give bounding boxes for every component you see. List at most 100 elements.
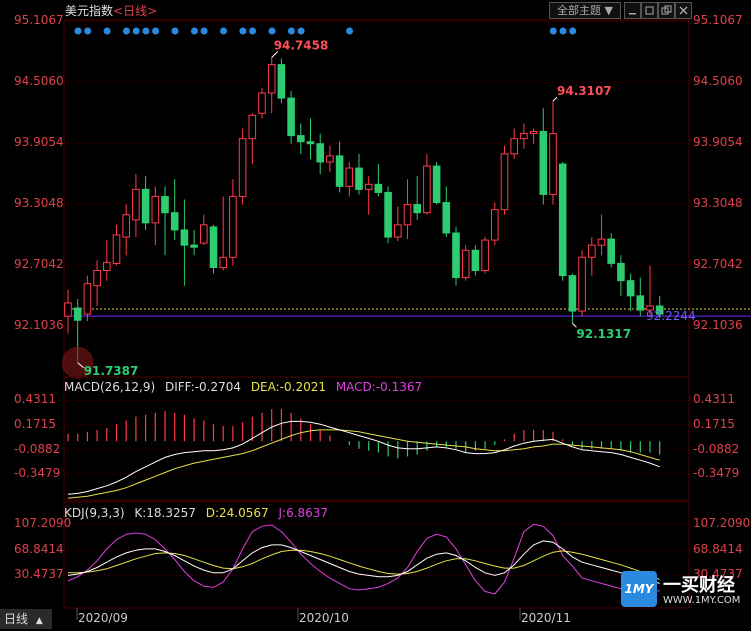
candle-down (626, 280, 635, 297)
candle-up (597, 238, 606, 246)
candle-down (141, 188, 150, 224)
candle-up (219, 256, 227, 268)
candle-down (297, 135, 305, 143)
candle-up (326, 155, 334, 163)
candle-up (151, 195, 160, 224)
candle-up (491, 209, 499, 241)
candle-up (64, 302, 72, 317)
candle-down (568, 275, 577, 312)
x-tick-label: 2020/10 (299, 611, 349, 625)
event-marker-dot (74, 27, 82, 35)
candle-up (83, 283, 92, 315)
candle-down (617, 262, 625, 282)
candle-up (529, 131, 538, 135)
second-high-price-label: 94.3107 (557, 84, 612, 98)
event-marker-dot (249, 27, 257, 35)
candle-down (161, 195, 169, 214)
candle-down (277, 64, 286, 99)
triangle-up-icon: ▲ (35, 616, 43, 626)
candle-down (209, 226, 218, 268)
candle-up (132, 188, 140, 221)
event-marker-dot (132, 27, 140, 35)
candle-up (258, 92, 266, 114)
logo-name: 一买财经 (663, 575, 735, 596)
candle-down (287, 97, 295, 137)
event-marker-dot (220, 27, 227, 35)
candle-up (500, 153, 509, 211)
x-tick-label: 2020/09 (78, 611, 128, 625)
x-tick-label: 2020/11 (521, 611, 571, 625)
low-price-label: 91.7387 (84, 364, 139, 378)
candle-up (510, 138, 518, 155)
candle-down (73, 307, 82, 321)
kdj-k-line (67, 540, 660, 584)
macd-panel-frame (63, 376, 690, 501)
candle-down (413, 204, 421, 214)
candle-down (190, 244, 198, 248)
logo-url: WWW.1MY.COM (663, 595, 741, 606)
last-price-label: 92.2244 (646, 309, 696, 323)
candle-up (394, 224, 402, 238)
candle-up (403, 204, 412, 226)
event-marker-dot (103, 27, 111, 35)
candle-down (442, 202, 451, 234)
chart-canvas[interactable]: 94.7458 94.3107 91.7387 92.1317 92.2244 (0, 0, 751, 629)
candle-up (238, 138, 247, 197)
logo-badge: 1MY (621, 571, 657, 607)
high-price-label: 94.7458 (274, 39, 329, 53)
candle-down (452, 232, 460, 279)
event-marker-dot (268, 27, 276, 35)
candle-down (306, 141, 315, 145)
event-marker-dot (549, 27, 557, 35)
candle-down (355, 167, 363, 190)
event-marker-dot (200, 27, 208, 35)
timeframe-tab[interactable]: 日线 ▲ (0, 609, 52, 629)
candle-down (471, 249, 480, 272)
event-marker-dot (123, 27, 130, 35)
candle-up (520, 133, 528, 140)
event-marker-dot (287, 27, 295, 35)
candle-down (170, 212, 179, 231)
candle-up (461, 249, 470, 279)
event-marker-dot (239, 27, 247, 35)
event-marker-dot (142, 27, 150, 35)
candle-down (432, 165, 441, 204)
candle-up (267, 64, 276, 94)
candle-up (588, 244, 596, 258)
event-marker-dot (152, 27, 160, 35)
watermark-logo: 1MY 一买财经 WWW.1MY.COM (621, 571, 749, 609)
candle-down (539, 131, 548, 195)
candle-up (345, 167, 354, 187)
candle-up (578, 256, 586, 312)
event-marker-dot (569, 27, 577, 35)
event-marker-dot (171, 27, 179, 35)
candle-up (364, 183, 373, 190)
event-marker-dot (84, 27, 92, 35)
candle-down (374, 183, 383, 193)
candle-up (481, 239, 489, 272)
candle-up (229, 195, 237, 258)
candle-up (200, 224, 208, 244)
candle-down (316, 143, 324, 163)
candle-up (423, 165, 431, 214)
candle-up (549, 133, 557, 195)
candle-up (248, 114, 257, 140)
candle-up (103, 261, 111, 272)
event-marker-dot (297, 27, 305, 35)
kdj-panel-frame (63, 501, 690, 609)
kdj-j-line (67, 523, 660, 595)
candle-up (112, 234, 121, 264)
candle-down (335, 155, 344, 187)
candle-down (636, 295, 645, 311)
candle-up (122, 214, 131, 238)
candle-down (607, 238, 616, 264)
event-marker-dot (346, 27, 354, 35)
event-marker-dot (559, 27, 567, 35)
second-low-price-label: 92.1317 (576, 327, 631, 341)
candle-down (384, 191, 392, 238)
event-marker-dot (190, 27, 198, 35)
candle-up (93, 270, 101, 287)
timeframe-tab-label: 日线 (4, 612, 29, 626)
candle-down (180, 229, 189, 246)
macd-dea-line (67, 429, 660, 499)
